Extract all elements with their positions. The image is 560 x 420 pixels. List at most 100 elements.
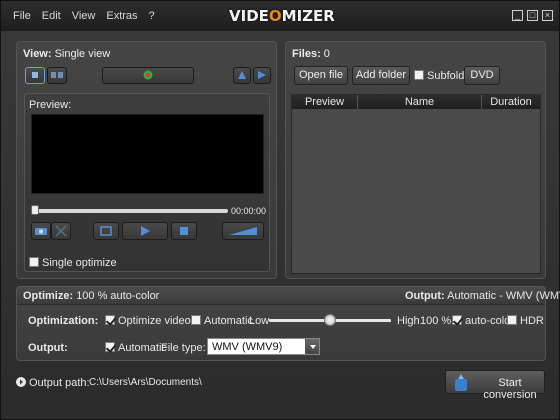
- auto-color-checkbox[interactable]: auto-color: [452, 315, 514, 327]
- file-type-label: File type:: [161, 342, 206, 354]
- automatic-checkbox[interactable]: Automatic: [191, 315, 253, 327]
- files-title: Files: 0: [292, 48, 330, 60]
- view-title: View: Single view: [23, 48, 110, 60]
- output-automatic-checkbox[interactable]: Automatic: [105, 342, 167, 354]
- output-path-expander[interactable]: [16, 377, 26, 387]
- hdr-check[interactable]: [507, 315, 517, 325]
- seek-bar[interactable]: [35, 209, 228, 213]
- low-label: Low: [249, 315, 270, 327]
- optimize-videos-label: Optimize videos: [118, 315, 197, 327]
- files-count: 0: [323, 48, 330, 60]
- split-view-button[interactable]: [47, 67, 67, 84]
- rotate-right-icon: [258, 71, 266, 79]
- expand-arrow-icon: [20, 379, 23, 385]
- time-display: 00:00:00: [231, 206, 267, 216]
- output-summary-label: Output:: [405, 290, 445, 302]
- play-icon: [141, 226, 150, 236]
- optimize-preview-button[interactable]: [102, 67, 194, 84]
- start-conversion-button[interactable]: Start conversion: [445, 370, 545, 401]
- strength-slider-handle[interactable]: [324, 314, 336, 326]
- single-optimize-label: Single optimize: [42, 257, 117, 269]
- hdr-checkbox[interactable]: HDR: [507, 315, 544, 327]
- dvd-button[interactable]: DVD: [464, 66, 500, 85]
- file-list[interactable]: Preview Name Duration: [291, 94, 541, 274]
- preview-label: Preview:: [29, 99, 72, 111]
- files-label: Files:: [292, 48, 321, 60]
- single-optimize-check[interactable]: [29, 257, 39, 267]
- play-button[interactable]: [122, 222, 168, 240]
- rotate-left-icon: [238, 71, 246, 79]
- single-view-button[interactable]: [25, 67, 45, 84]
- view-value: Single view: [54, 48, 111, 60]
- output-summary-value: Automatic - WMV (WMV9): [447, 290, 560, 302]
- crop-icon: [55, 225, 67, 237]
- menu-extras[interactable]: Extras: [106, 10, 137, 22]
- logo-text-2: MIZER: [281, 7, 335, 25]
- start-conversion-label: Start conversion: [483, 377, 537, 401]
- single-view-icon: [32, 72, 38, 78]
- video-preview: [31, 114, 264, 194]
- strength-percent-value: 100: [420, 315, 439, 327]
- minimize-button[interactable]: _: [512, 10, 523, 21]
- column-preview[interactable]: Preview: [292, 95, 358, 109]
- output-automatic-label: Automatic: [118, 342, 167, 354]
- camera-icon: [35, 228, 47, 235]
- strength-percent-sign: %: [441, 315, 452, 327]
- optimize-summary-bar: Optimize: 100 % auto-color Output: Autom…: [17, 287, 560, 305]
- volume-button[interactable]: [222, 222, 264, 240]
- rotate-left-button[interactable]: [233, 67, 251, 84]
- auto-color-check[interactable]: [452, 315, 462, 325]
- close-button[interactable]: ×: [542, 10, 553, 21]
- output-summary: Output: Automatic - WMV (WMV9): [405, 290, 560, 302]
- optimize-summary-value: 100 % auto-color: [76, 290, 160, 302]
- files-panel: Files: 0 Open file Add folder Subfolder …: [285, 41, 546, 279]
- chevron-down-icon: [310, 345, 316, 349]
- app-logo: VIDEOMIZER: [229, 7, 335, 25]
- logo-text-1: VIDE: [229, 7, 269, 25]
- strength-percent: 100 %: [420, 315, 451, 327]
- menu-help[interactable]: ?: [149, 10, 155, 22]
- split-view-icon: [51, 72, 63, 78]
- automatic-label: Automatic: [204, 315, 253, 327]
- hdr-label: HDR: [520, 315, 544, 327]
- output-label: Output:: [28, 342, 68, 354]
- output-automatic-check[interactable]: [105, 342, 115, 352]
- rotate-right-button[interactable]: [253, 67, 271, 84]
- snapshot-button[interactable]: [31, 222, 51, 240]
- optimize-summary: Optimize: 100 % auto-color: [23, 290, 159, 302]
- fullscreen-icon: [100, 226, 112, 236]
- optimization-label: Optimization:: [28, 315, 99, 327]
- column-name[interactable]: Name: [358, 95, 482, 109]
- seek-handle[interactable]: [31, 205, 39, 215]
- dropdown-button[interactable]: [305, 339, 319, 354]
- column-duration[interactable]: Duration: [482, 95, 540, 109]
- title-bar: File Edit View Extras ? VIDEOMIZER _ □ ×: [1, 1, 559, 31]
- view-panel: View: Single view Preview: 00:00:00 Sing…: [16, 41, 277, 279]
- menu-edit[interactable]: Edit: [42, 10, 61, 22]
- view-label: View:: [23, 48, 52, 60]
- fullscreen-button[interactable]: [93, 222, 119, 240]
- app-window: File Edit View Extras ? VIDEOMIZER _ □ ×…: [0, 0, 560, 420]
- volume-icon: [229, 227, 257, 235]
- crop-button[interactable]: [51, 222, 71, 240]
- optimize-videos-check[interactable]: [105, 315, 115, 325]
- optimize-summary-label: Optimize:: [23, 290, 74, 302]
- stop-button[interactable]: [171, 222, 197, 240]
- subfolder-check[interactable]: [414, 70, 424, 80]
- window-controls: _ □ ×: [512, 10, 553, 21]
- optimize-videos-checkbox[interactable]: Optimize videos: [105, 315, 196, 327]
- optimize-icon: [143, 70, 153, 80]
- output-path-value[interactable]: C:\Users\Ars\Documents\: [89, 377, 202, 388]
- menu-file[interactable]: File: [13, 10, 31, 22]
- maximize-button[interactable]: □: [527, 10, 538, 21]
- add-folder-button[interactable]: Add folder: [352, 66, 410, 85]
- single-optimize-checkbox[interactable]: Single optimize: [29, 257, 117, 269]
- open-file-button[interactable]: Open file: [294, 66, 348, 85]
- menu-view[interactable]: View: [72, 10, 96, 22]
- menu-bar: File Edit View Extras ?: [13, 10, 166, 22]
- file-list-header: Preview Name Duration: [292, 95, 540, 109]
- file-type-select[interactable]: WMV (WMV9): [207, 338, 320, 355]
- automatic-check[interactable]: [191, 315, 201, 325]
- convert-icon: [455, 374, 467, 391]
- high-label: High: [397, 315, 420, 327]
